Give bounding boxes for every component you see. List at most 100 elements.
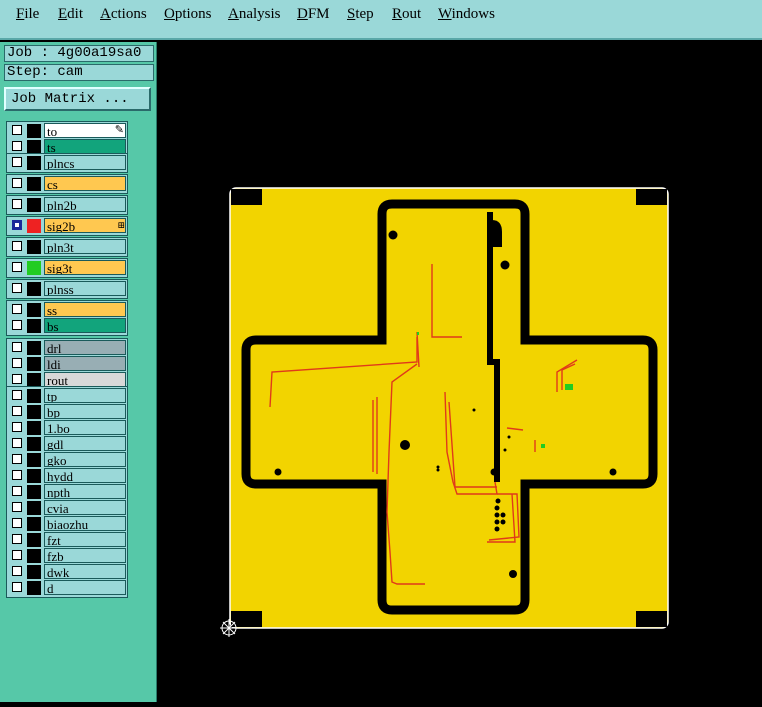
layer-display-swatch[interactable] (27, 549, 41, 563)
layer-display-swatch[interactable] (27, 421, 41, 435)
layer-checkbox[interactable] (12, 374, 22, 384)
menu-mnemonic: R (392, 6, 403, 22)
layer-row-1-bo[interactable]: 1.bo (8, 420, 128, 436)
menu-edit[interactable]: Edit (58, 6, 83, 23)
layer-checkbox[interactable] (12, 550, 22, 560)
layer-display-swatch[interactable] (27, 219, 41, 233)
layer-row-sig2b[interactable]: sig2b ⊞ (8, 217, 128, 234)
layer-display-swatch[interactable] (27, 282, 41, 296)
layer-row-ss[interactable]: ss (8, 302, 128, 318)
layer-checkbox[interactable] (12, 582, 22, 592)
menu-actions[interactable]: Actions (100, 6, 147, 23)
layer-display-swatch[interactable] (27, 198, 41, 212)
layer-display-swatch[interactable] (27, 357, 41, 371)
layer-checkbox[interactable] (12, 320, 22, 330)
layer-checkbox[interactable] (12, 390, 22, 400)
layer-checkbox[interactable] (12, 422, 22, 432)
layer-display-swatch[interactable] (27, 373, 41, 387)
layer-row-npth[interactable]: npth (8, 484, 128, 500)
layer-row-tp[interactable]: tp (8, 388, 128, 404)
layer-checkbox[interactable] (12, 157, 22, 167)
menu-step[interactable]: Step (347, 6, 374, 23)
menu-windows[interactable]: Windows (438, 6, 495, 23)
layer-display-swatch[interactable] (27, 261, 41, 275)
layer-checkbox[interactable] (12, 342, 22, 352)
layer-display-swatch[interactable] (27, 140, 41, 154)
corner-pad (636, 189, 667, 205)
layer-name: hydd (44, 468, 126, 483)
layer-checkbox[interactable] (12, 125, 22, 135)
layer-display-swatch[interactable] (27, 469, 41, 483)
layer-display-swatch[interactable] (27, 177, 41, 191)
layer-display-swatch[interactable] (27, 389, 41, 403)
hole (609, 468, 617, 476)
menu-mnemonic: O (164, 6, 175, 22)
layer-checkbox[interactable] (12, 141, 22, 151)
layer-row-fzt[interactable]: fzt (8, 532, 128, 548)
layer-row-cvia[interactable]: cvia (8, 500, 128, 516)
menu-rout[interactable]: Rout (392, 6, 421, 23)
layer-checkbox[interactable] (12, 438, 22, 448)
layer-display-swatch[interactable] (27, 581, 41, 595)
layer-row-biaozhu[interactable]: biaozhu (8, 516, 128, 532)
layer-checkbox[interactable] (12, 518, 22, 528)
layer-row-to[interactable]: to ✎ (8, 123, 128, 139)
layer-checkbox[interactable] (12, 454, 22, 464)
layer-display-swatch[interactable] (27, 501, 41, 515)
layer-checkbox[interactable] (12, 241, 22, 251)
menu-dfm[interactable]: DFM (297, 6, 330, 23)
layer-checkbox[interactable] (12, 486, 22, 496)
layer-row-plnss[interactable]: plnss (8, 281, 128, 297)
layer-row-gko[interactable]: gko (8, 452, 128, 468)
layer-display-swatch[interactable] (27, 405, 41, 419)
layer-checkbox[interactable] (12, 502, 22, 512)
layer-checkbox[interactable] (12, 406, 22, 416)
hole (494, 512, 500, 518)
layer-display-swatch[interactable] (27, 485, 41, 499)
layer-display-swatch[interactable] (27, 565, 41, 579)
layer-checkbox[interactable] (12, 566, 22, 576)
layer-row-pln3t[interactable]: pln3t (8, 239, 128, 255)
layer-checkbox[interactable] (12, 283, 22, 293)
layer-checkbox[interactable] (12, 262, 22, 272)
layer-checkbox[interactable] (12, 358, 22, 368)
menu-file[interactable]: File (16, 6, 39, 23)
layer-display-swatch[interactable] (27, 240, 41, 254)
layer-display-swatch[interactable] (27, 437, 41, 451)
layer-row-drl[interactable]: drl (8, 340, 128, 356)
layer-row-bs[interactable]: bs (8, 318, 128, 334)
layer-row-d[interactable]: d (8, 580, 128, 596)
layer-display-swatch[interactable] (27, 124, 41, 138)
layer-checkbox[interactable] (12, 470, 22, 480)
layer-checkbox[interactable] (12, 178, 22, 188)
menu-label: dit (67, 6, 84, 22)
layer-row-gdl[interactable]: gdl (8, 436, 128, 452)
layer-row-ldi[interactable]: ldi (8, 356, 128, 372)
layer-checkbox[interactable] (12, 199, 22, 209)
graphics-canvas[interactable] (157, 42, 762, 702)
menu-options[interactable]: Options (164, 6, 212, 23)
layer-row-fzb[interactable]: fzb (8, 548, 128, 564)
layer-row-plncs[interactable]: plncs (8, 155, 128, 171)
layer-name: drl (44, 340, 126, 355)
layer-row-dwk[interactable]: dwk (8, 564, 128, 580)
layer-row-pln2b[interactable]: pln2b (8, 197, 128, 213)
layer-display-swatch[interactable] (27, 453, 41, 467)
layer-display-swatch[interactable] (27, 303, 41, 317)
menu-analysis[interactable]: Analysis (228, 6, 281, 23)
layer-display-swatch[interactable] (27, 533, 41, 547)
layer-checkbox[interactable] (12, 304, 22, 314)
menu-label: indows (451, 6, 495, 22)
layer-checkbox[interactable] (12, 220, 22, 230)
layer-row-sig3t[interactable]: sig3t (8, 260, 128, 276)
layer-display-swatch[interactable] (27, 341, 41, 355)
layer-display-swatch[interactable] (27, 517, 41, 531)
layer-row-bp[interactable]: bp (8, 404, 128, 420)
menu-bar: File Edit Actions Options Analysis DFM Step Rou… (0, 0, 762, 40)
layer-row-hydd[interactable]: hydd (8, 468, 128, 484)
layer-display-swatch[interactable] (27, 319, 41, 333)
layer-checkbox[interactable] (12, 534, 22, 544)
layer-row-cs[interactable]: cs (8, 176, 128, 192)
layer-display-swatch[interactable] (27, 156, 41, 170)
job-matrix-button[interactable]: Job Matrix ... (4, 87, 151, 111)
